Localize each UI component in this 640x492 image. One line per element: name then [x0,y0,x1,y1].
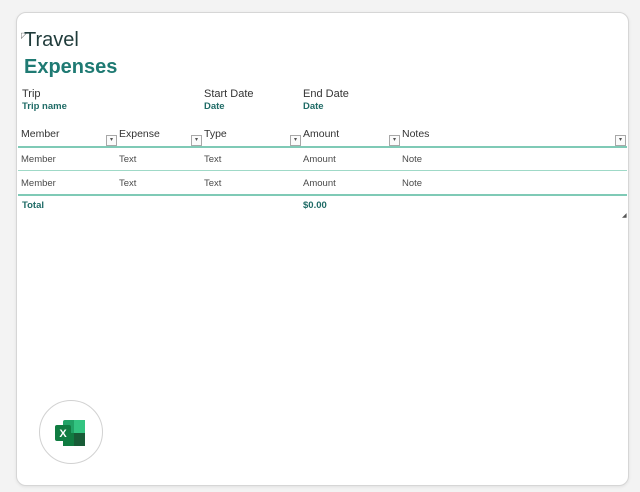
filter-dropdown-member[interactable]: ▾ [106,135,117,146]
spreadsheet-preview-card: ◸ Travel Expenses Trip Trip name Start D… [16,12,629,486]
table-cell[interactable]: Amount [303,154,336,165]
start-date-label: Start Date [204,88,254,100]
total-amount: $0.00 [303,200,327,211]
trip-name-value[interactable]: Trip name [22,101,67,112]
table-cell[interactable]: Note [402,154,422,165]
title-travel: Travel [24,29,79,51]
excel-letter: X [59,428,67,440]
table-cell[interactable]: Text [204,178,221,189]
excel-icon: X [55,420,85,446]
column-header-amount: Amount [303,128,340,140]
trip-label: Trip [22,88,41,100]
total-divider [18,194,627,196]
column-header-type: Type [204,128,227,140]
column-header-notes: Notes [402,128,430,140]
end-date-value[interactable]: Date [303,101,324,112]
total-label: Total [22,200,44,211]
end-date-label: End Date [303,88,349,100]
table-cell[interactable]: Amount [303,178,336,189]
table-cell[interactable]: Text [119,178,136,189]
filter-dropdown-notes[interactable]: ▾ [615,135,626,146]
table-cell[interactable]: Member [21,154,56,165]
table-cell[interactable]: Member [21,178,56,189]
start-date-value[interactable]: Date [204,101,225,112]
table-cell[interactable]: Text [204,154,221,165]
header-divider [18,146,627,148]
column-header-expense: Expense [119,128,160,140]
filter-dropdown-expense[interactable]: ▾ [191,135,202,146]
table-cell[interactable]: Note [402,178,422,189]
app-badge: X [39,400,103,464]
table-cell[interactable]: Text [119,154,136,165]
column-header-member: Member [21,128,60,140]
filter-dropdown-amount[interactable]: ▾ [389,135,400,146]
title-expenses: Expenses [24,56,118,78]
row-divider [18,170,627,171]
table-resize-handle[interactable]: ◢ [622,212,627,219]
filter-dropdown-type[interactable]: ▾ [290,135,301,146]
